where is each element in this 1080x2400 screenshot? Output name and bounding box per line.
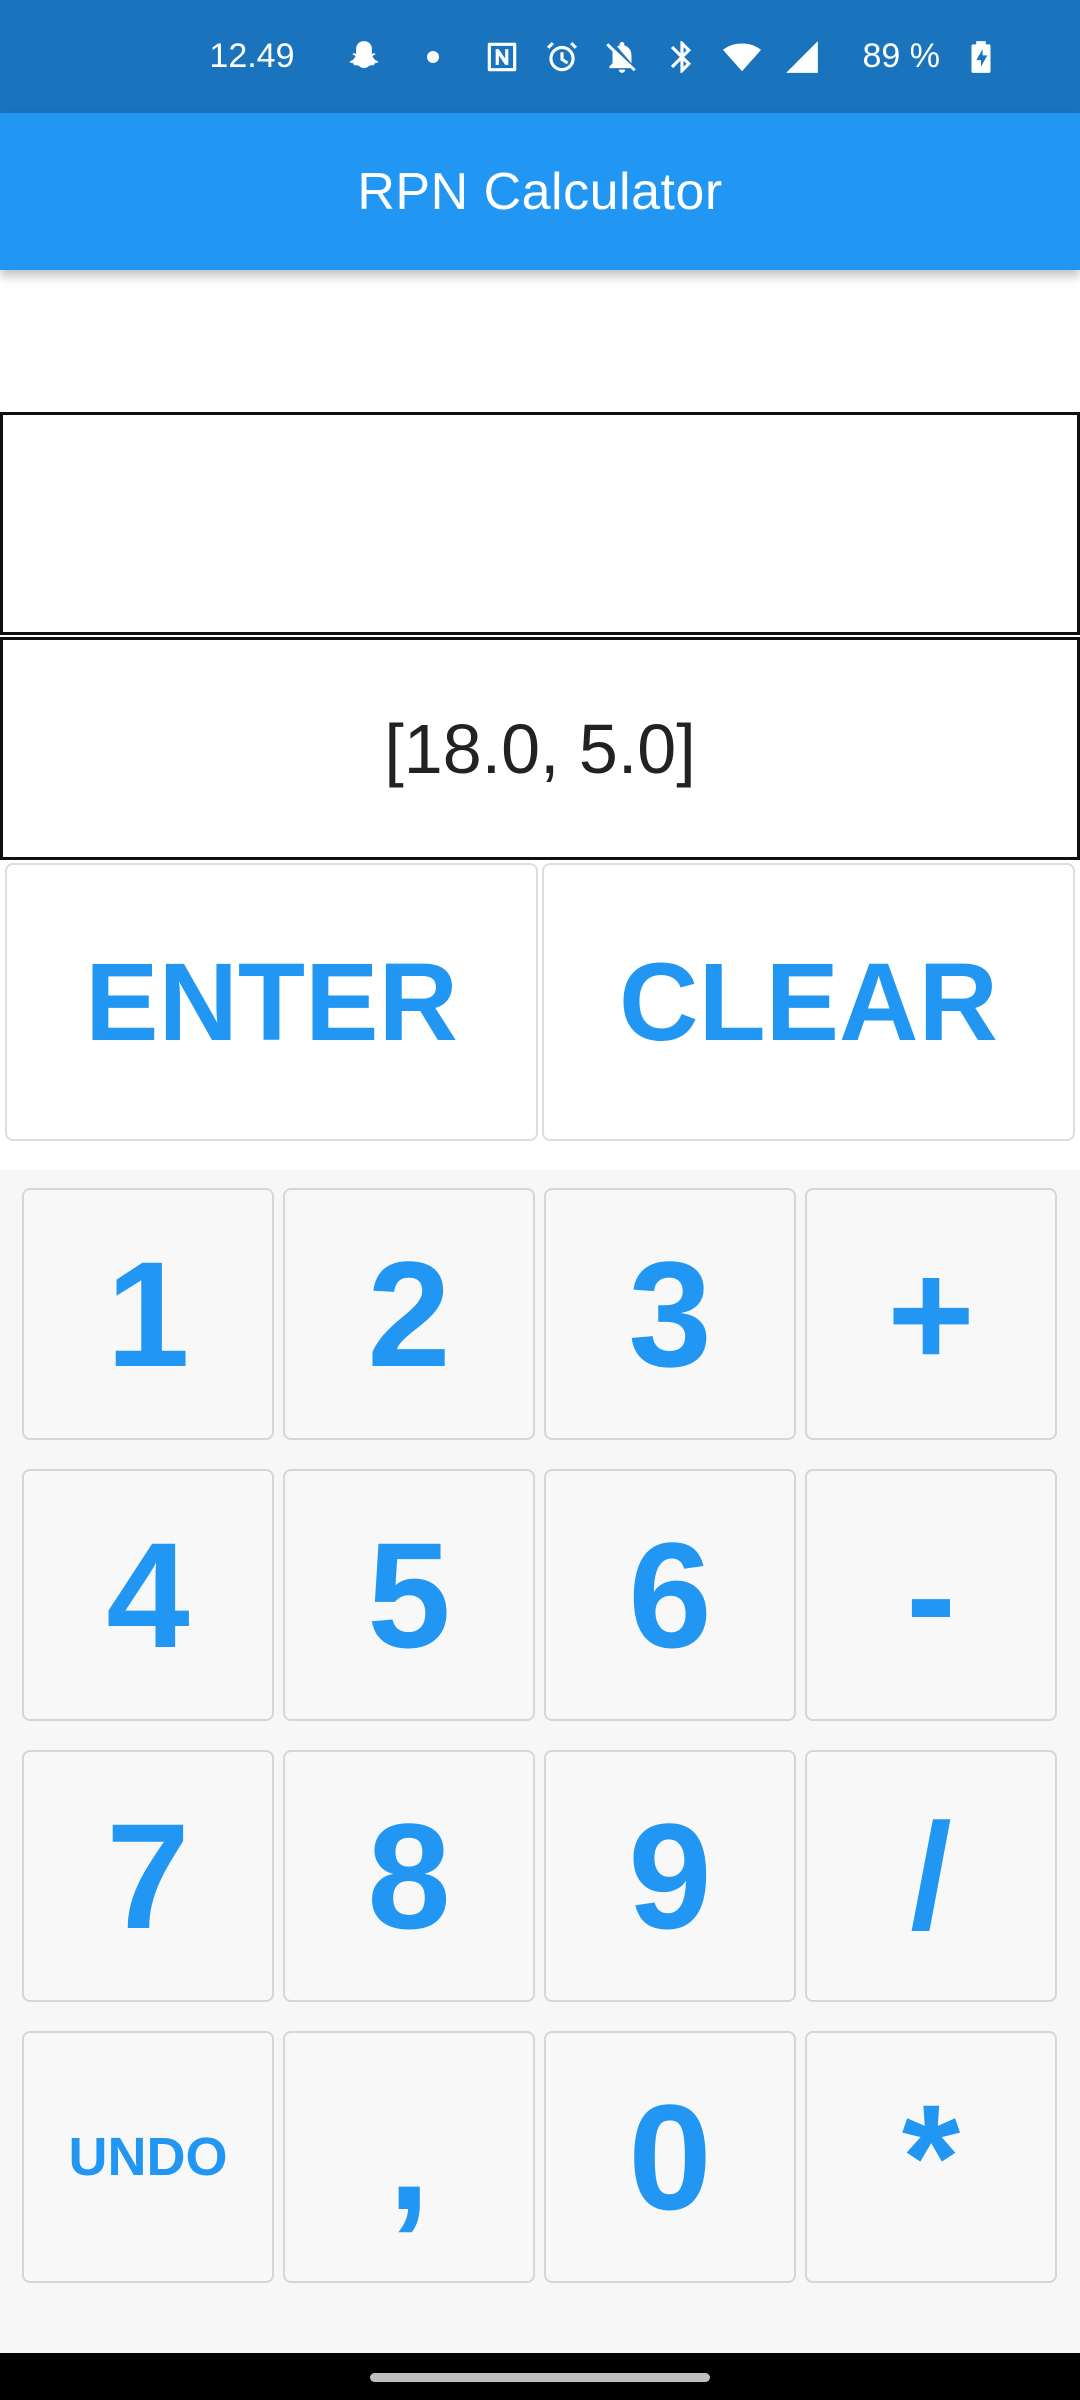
stack-display: [18.0, 5.0] bbox=[0, 637, 1080, 860]
notification-dot bbox=[426, 50, 439, 63]
nfc-icon bbox=[483, 38, 521, 76]
input-display bbox=[0, 412, 1080, 635]
snapchat-icon bbox=[345, 38, 383, 76]
home-gesture-handle[interactable] bbox=[370, 2373, 710, 2382]
key-divide[interactable]: / bbox=[805, 1750, 1057, 2002]
key-0[interactable]: 0 bbox=[544, 2031, 796, 2283]
key-comma[interactable]: , bbox=[283, 2031, 535, 2283]
key-multiply[interactable]: * bbox=[805, 2031, 1057, 2283]
key-undo[interactable]: UNDO bbox=[22, 2031, 274, 2283]
bluetooth-icon bbox=[663, 38, 701, 76]
clear-button[interactable]: CLEAR bbox=[542, 863, 1075, 1141]
key-minus[interactable]: - bbox=[805, 1469, 1057, 1721]
enter-button[interactable]: ENTER bbox=[5, 863, 538, 1141]
keypad: 1 2 3 + 4 5 6 - 7 8 9 / UNDO , 0 * bbox=[0, 1170, 1080, 2353]
alarm-icon bbox=[543, 38, 581, 76]
navigation-bar bbox=[0, 2353, 1080, 2400]
wifi-icon bbox=[722, 38, 761, 76]
battery-charging-icon bbox=[962, 38, 1000, 76]
battery-percent: 89 % bbox=[862, 37, 941, 75]
app-bar: RPN Calculator bbox=[0, 113, 1080, 270]
key-plus[interactable]: + bbox=[805, 1188, 1057, 1440]
key-7[interactable]: 7 bbox=[22, 1750, 274, 2002]
app-title: RPN Calculator bbox=[357, 162, 723, 221]
key-8[interactable]: 8 bbox=[283, 1750, 535, 2002]
key-2[interactable]: 2 bbox=[283, 1188, 535, 1440]
key-3[interactable]: 3 bbox=[544, 1188, 796, 1440]
key-6[interactable]: 6 bbox=[544, 1469, 796, 1721]
key-5[interactable]: 5 bbox=[283, 1469, 535, 1721]
key-1[interactable]: 1 bbox=[22, 1188, 274, 1440]
bell-off-icon bbox=[603, 38, 641, 76]
signal-icon bbox=[783, 38, 821, 76]
status-time: 12.49 bbox=[209, 37, 295, 75]
status-bar: 12.49 89 % bbox=[0, 0, 1080, 113]
key-9[interactable]: 9 bbox=[544, 1750, 796, 2002]
key-4[interactable]: 4 bbox=[22, 1469, 274, 1721]
